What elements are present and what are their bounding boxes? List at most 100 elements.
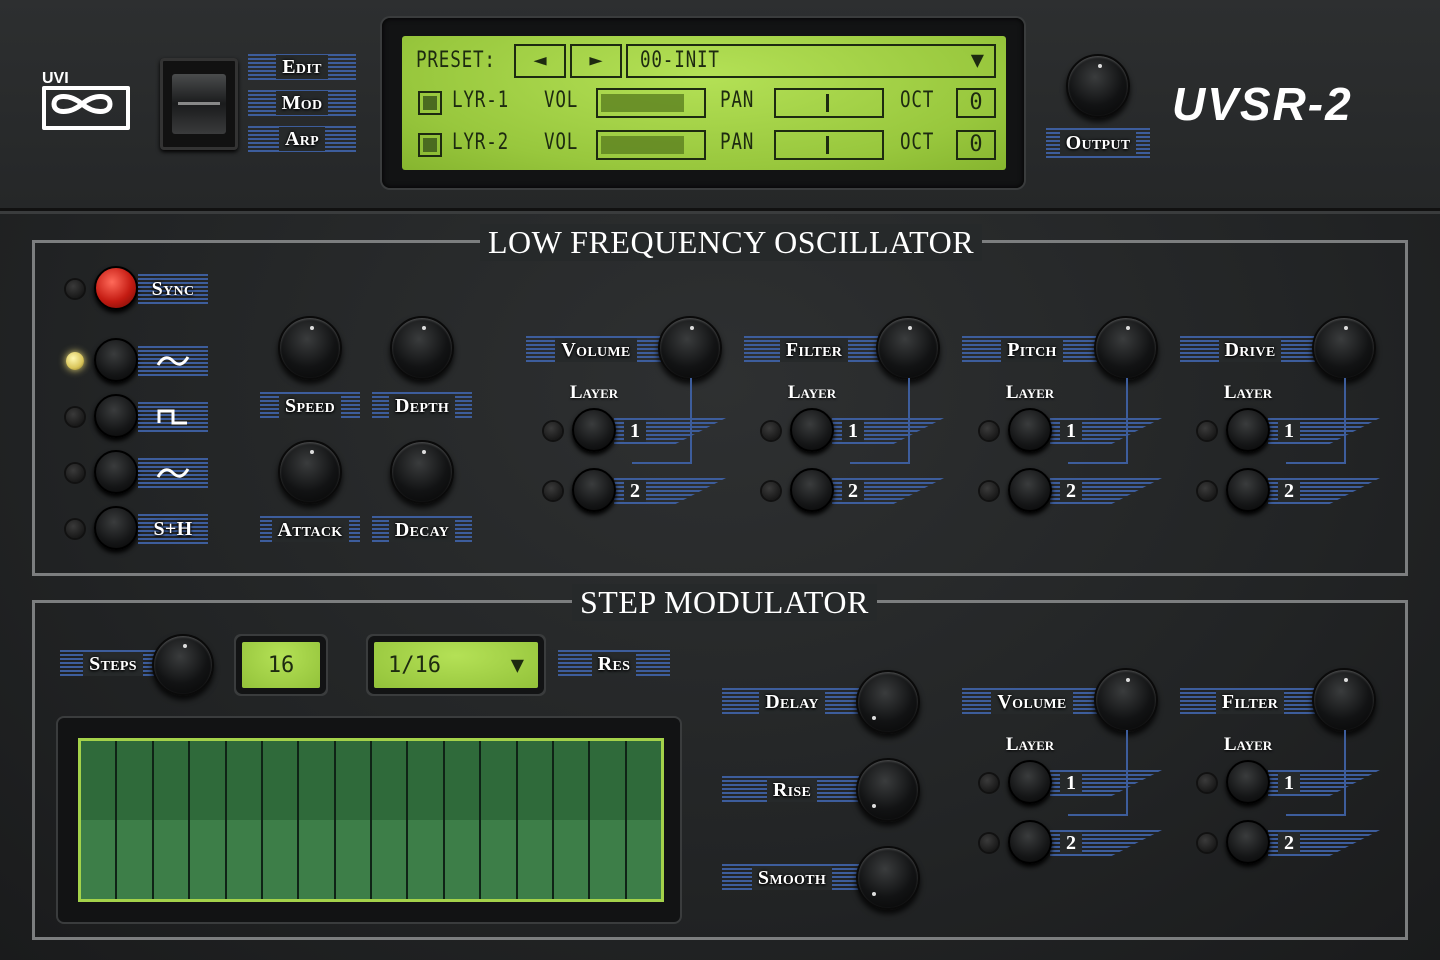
- step-cell[interactable]: [226, 741, 263, 899]
- speed-knob[interactable]: [278, 316, 342, 380]
- step-filter-knob[interactable]: [1312, 668, 1376, 732]
- step-cell[interactable]: [190, 741, 227, 899]
- step-volume-layer-2-button[interactable]: [1008, 820, 1052, 864]
- layer-2-vol-slider[interactable]: [596, 130, 706, 160]
- preset-label: PRESET:: [416, 48, 496, 73]
- step-cell[interactable]: [153, 741, 191, 899]
- lfo-pitch-layer-1-button[interactable]: [1008, 408, 1052, 452]
- prev-preset-button[interactable]: ◄: [514, 44, 566, 78]
- lfo-drive-layer-1-led: [1198, 422, 1216, 440]
- sine-wave-button[interactable]: [94, 338, 138, 382]
- resolution-select[interactable]: 1/16 ▼: [374, 642, 538, 688]
- depth-label: Depth: [372, 392, 472, 420]
- rise-knob[interactable]: [856, 758, 920, 822]
- steps-label: Steps: [60, 650, 166, 678]
- decay-knob[interactable]: [390, 440, 454, 504]
- speed-label: Speed: [260, 392, 360, 420]
- attack-knob[interactable]: [278, 440, 342, 504]
- layer-1-pan-label: PAN: [720, 88, 755, 113]
- delay-label: Delay: [722, 688, 862, 716]
- sync-led: [66, 280, 84, 298]
- square-wave-button[interactable]: [94, 394, 138, 438]
- sine-led: [66, 352, 84, 370]
- step-volume-layer-1-led: [980, 774, 998, 792]
- uvi-logo: UVI: [40, 70, 130, 130]
- lfo-volume-knob[interactable]: [658, 316, 722, 380]
- step-volume-layer-1-button[interactable]: [1008, 760, 1052, 804]
- step-mod-title: STEP MODULATOR: [572, 584, 877, 621]
- dropdown-arrow-icon: ▼: [970, 48, 984, 73]
- steps-knob[interactable]: [152, 634, 214, 696]
- preset-select[interactable]: 00-INIT ▼: [626, 44, 996, 78]
- layer-2-pan-slider[interactable]: [774, 130, 884, 160]
- lfo-volume-layer-1-button[interactable]: [572, 408, 616, 452]
- step-cell[interactable]: [117, 741, 154, 899]
- arp-button[interactable]: Arp: [248, 126, 356, 152]
- step-cell[interactable]: [553, 741, 591, 899]
- lfo-pitch-knob[interactable]: [1094, 316, 1158, 380]
- step-cell[interactable]: [262, 741, 300, 899]
- layer-2-name: LYR-2: [452, 130, 509, 155]
- dropdown-arrow-icon: ▼: [510, 652, 524, 678]
- step-sequencer[interactable]: [78, 738, 664, 902]
- step-filter-layer-1-button[interactable]: [1226, 760, 1270, 804]
- step-cell[interactable]: [372, 741, 409, 899]
- step-cell[interactable]: [299, 741, 336, 899]
- page-switch[interactable]: [160, 58, 238, 150]
- step-volume-knob[interactable]: [1094, 668, 1158, 732]
- lfo-filter-layer-1-button[interactable]: [790, 408, 834, 452]
- layer-1-vol-slider[interactable]: [596, 88, 706, 118]
- layer-2-oct-value[interactable]: 0: [956, 130, 996, 160]
- step-cell[interactable]: [444, 741, 482, 899]
- lfo-filter-layer-2-button[interactable]: [790, 468, 834, 512]
- output-knob[interactable]: [1066, 54, 1130, 118]
- sample-hold-button[interactable]: [94, 506, 138, 550]
- lfo-volume-layer-2-button[interactable]: [572, 468, 616, 512]
- step-cell[interactable]: [335, 741, 372, 899]
- steps-value-display: 16: [242, 642, 320, 688]
- triangle-wave-icon: [138, 458, 208, 488]
- lfo-filter-layer-1-led: [762, 422, 780, 440]
- square-led: [66, 408, 84, 426]
- infinity-icon: [51, 94, 113, 114]
- triangle-wave-button[interactable]: [94, 450, 138, 494]
- layer-1-pan-slider[interactable]: [774, 88, 884, 118]
- layer-1-vol-label: VOL: [544, 88, 579, 113]
- delay-knob[interactable]: [856, 670, 920, 734]
- lfo-drive-layer-2-button[interactable]: [1226, 468, 1270, 512]
- decay-label: Decay: [372, 516, 472, 544]
- mod-button[interactable]: Mod: [248, 90, 356, 116]
- smooth-knob[interactable]: [856, 846, 920, 910]
- lfo-filter-label: Filter: [744, 336, 884, 364]
- rise-label: Rise: [722, 776, 862, 804]
- lfo-volume-layer-1-led: [544, 422, 562, 440]
- step-cell[interactable]: [481, 741, 518, 899]
- lfo-filter-knob[interactable]: [876, 316, 940, 380]
- layer-2-checkbox[interactable]: [418, 133, 442, 157]
- layer-1-name: LYR-1: [452, 88, 509, 113]
- lfo-pitch-layer-2-button[interactable]: [1008, 468, 1052, 512]
- lfo-drive-knob[interactable]: [1312, 316, 1376, 380]
- layer-1-checkbox[interactable]: [418, 91, 442, 115]
- sync-button[interactable]: [94, 266, 138, 310]
- edit-button[interactable]: Edit: [248, 54, 356, 80]
- step-cell[interactable]: [81, 741, 118, 899]
- lfo-title: LOW FREQUENCY OSCILLATOR: [480, 224, 983, 261]
- next-preset-button[interactable]: ►: [570, 44, 622, 78]
- lfo-pitch-layer-1-led: [980, 422, 998, 440]
- step-cell[interactable]: [590, 741, 627, 899]
- step-cell[interactable]: [517, 741, 554, 899]
- lfo-drive-layer-1-button[interactable]: [1226, 408, 1270, 452]
- step-cell[interactable]: [408, 741, 445, 899]
- step-cell[interactable]: [626, 741, 661, 899]
- lfo-drive-layer-2-led: [1198, 482, 1216, 500]
- lfo-volume-layer-2-led: [544, 482, 562, 500]
- step-filter-layer-2-button[interactable]: [1226, 820, 1270, 864]
- layer-1-oct-value[interactable]: 0: [956, 88, 996, 118]
- depth-knob[interactable]: [390, 316, 454, 380]
- output-label: Output: [1046, 128, 1150, 158]
- layer-2-pan-label: PAN: [720, 130, 755, 155]
- lcd-display: PRESET: ◄ ► 00-INIT ▼ LYR-1 VOL PAN OCT …: [402, 36, 1006, 170]
- sample-hold-label: S+H: [138, 514, 208, 544]
- smooth-label: Smooth: [722, 864, 862, 892]
